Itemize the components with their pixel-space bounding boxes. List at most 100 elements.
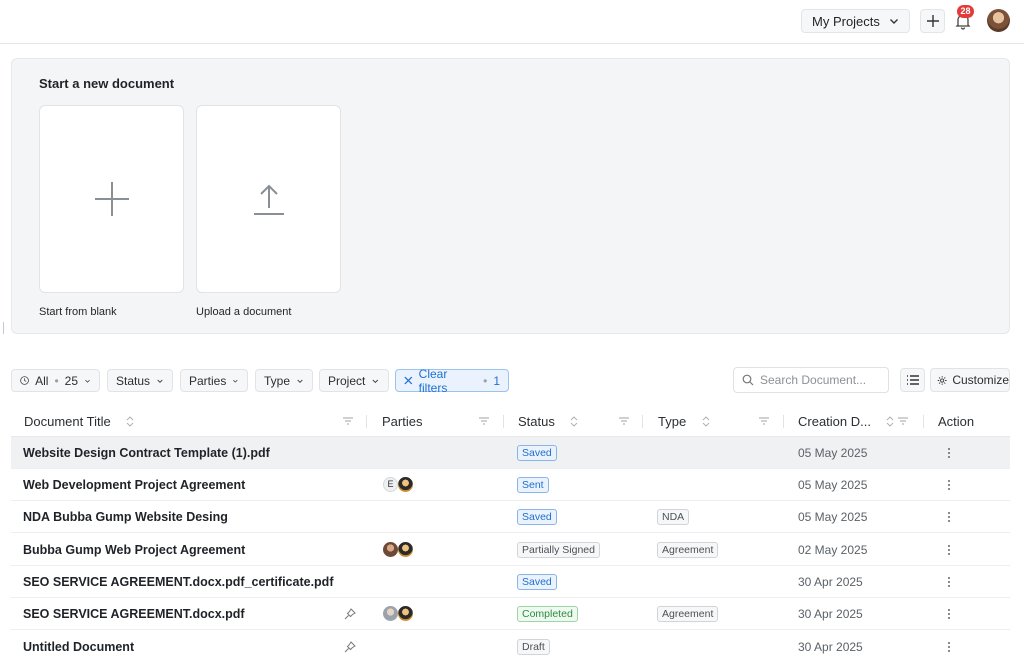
- separator-dot: •: [483, 373, 488, 388]
- clear-filters-button[interactable]: Clear filters • 1: [395, 366, 509, 395]
- column-status[interactable]: Status: [518, 406, 555, 437]
- status-badge: Partially Signed: [517, 542, 600, 558]
- creation-date: 05 May 2025: [798, 446, 868, 460]
- document-title[interactable]: SEO SERVICE AGREEMENT.docx.pdf: [23, 598, 245, 630]
- column-divider: [923, 415, 924, 428]
- status-badge: Sent: [517, 477, 549, 493]
- party-avatar: [383, 542, 398, 557]
- filter-all[interactable]: All • 25: [11, 369, 100, 392]
- filter-icon[interactable]: [758, 415, 770, 427]
- new-document-panel: Start a new document Start from blank Up…: [11, 58, 1010, 334]
- column-action: Action: [938, 414, 975, 429]
- type-badge: NDA: [657, 509, 690, 525]
- separator-dot: •: [54, 373, 59, 388]
- status-badge: Completed: [517, 606, 578, 622]
- start-from-blank-label: Start from blank: [39, 306, 117, 318]
- customize-button[interactable]: Customize: [930, 368, 1010, 392]
- top-bar: My Projects 28: [0, 0, 1024, 44]
- filter-type-label: Type: [264, 373, 291, 388]
- column-document-title[interactable]: Document Title: [24, 406, 111, 437]
- party-avatar: [398, 542, 413, 557]
- sort-icon[interactable]: [569, 415, 579, 428]
- party-avatar: [398, 606, 413, 621]
- filter-parties[interactable]: Parties: [180, 369, 248, 392]
- filter-project[interactable]: Project: [319, 369, 389, 392]
- document-title[interactable]: Website Design Contract Template (1).pdf: [23, 437, 270, 469]
- chevron-down-icon: [233, 379, 238, 383]
- more-options-icon[interactable]: [947, 510, 951, 524]
- more-options-icon[interactable]: [947, 575, 951, 589]
- list-icon: [906, 375, 919, 385]
- filter-all-label: All: [35, 373, 49, 388]
- filter-icon[interactable]: [342, 415, 354, 427]
- creation-date: 05 May 2025: [798, 510, 868, 524]
- type-badge: Agreement: [657, 542, 719, 558]
- filter-all-count: 25: [64, 373, 78, 388]
- search-box: [733, 367, 889, 393]
- filter-status[interactable]: Status: [107, 369, 173, 392]
- filter-type[interactable]: Type: [255, 369, 313, 392]
- filter-status-label: Status: [116, 373, 151, 388]
- search-input[interactable]: [760, 373, 878, 387]
- more-options-icon[interactable]: [947, 478, 951, 492]
- gear-icon: [937, 375, 947, 385]
- sort-icon[interactable]: [885, 415, 895, 428]
- filter-icon[interactable]: [618, 415, 630, 427]
- chevron-down-icon: [157, 379, 163, 383]
- table-row[interactable]: Untitled Document Draft 30 Apr 2025: [11, 631, 1010, 661]
- table-row[interactable]: SEO SERVICE AGREEMENT.docx.pdf Completed…: [11, 598, 1010, 630]
- plus-icon: [926, 15, 939, 27]
- table-row[interactable]: SEO SERVICE AGREEMENT.docx.pdf_certifica…: [11, 566, 1010, 598]
- column-parties[interactable]: Parties: [382, 406, 422, 437]
- party-avatar: [383, 606, 398, 621]
- list-view-button[interactable]: [900, 368, 925, 392]
- chevron-down-icon: [372, 379, 379, 383]
- plus-icon: [94, 182, 129, 216]
- more-options-icon[interactable]: [947, 543, 951, 557]
- status-badge: Saved: [517, 509, 557, 525]
- pin-icon[interactable]: [344, 608, 356, 620]
- project-select-label: My Projects: [812, 13, 880, 29]
- column-divider: [503, 415, 504, 428]
- party-avatar: [398, 477, 413, 492]
- project-select[interactable]: My Projects: [801, 9, 910, 33]
- clock-icon: [20, 376, 29, 385]
- filter-parties-label: Parties: [189, 373, 227, 388]
- customize-label: Customize: [952, 373, 1009, 387]
- column-type[interactable]: Type: [658, 406, 686, 437]
- filter-icon[interactable]: [478, 415, 490, 427]
- creation-date: 30 Apr 2025: [798, 607, 863, 621]
- document-title[interactable]: Web Development Project Agreement: [23, 469, 245, 501]
- search-icon: [742, 374, 754, 386]
- upload-document-card[interactable]: [196, 105, 341, 293]
- more-options-icon[interactable]: [947, 446, 951, 460]
- creation-date: 02 May 2025: [798, 543, 868, 557]
- sort-icon[interactable]: [125, 415, 135, 428]
- column-divider: [783, 415, 784, 428]
- column-divider: [642, 415, 643, 428]
- table-row[interactable]: Website Design Contract Template (1).pdf…: [11, 437, 1010, 469]
- document-title[interactable]: SEO SERVICE AGREEMENT.docx.pdf_certifica…: [23, 566, 333, 598]
- document-title[interactable]: Untitled Document: [23, 631, 134, 661]
- notification-badge: 28: [957, 5, 974, 18]
- user-avatar[interactable]: [987, 9, 1010, 32]
- table-row[interactable]: Bubba Gump Web Project Agreement Partial…: [11, 534, 1010, 566]
- document-title[interactable]: Bubba Gump Web Project Agreement: [23, 534, 245, 566]
- column-creation-date[interactable]: Creation D...: [798, 406, 871, 437]
- pin-icon[interactable]: [344, 641, 356, 653]
- status-badge: Draft: [517, 639, 550, 655]
- filter-icon[interactable]: [897, 415, 909, 427]
- status-badge: Saved: [517, 445, 557, 461]
- document-title[interactable]: NDA Bubba Gump Website Desing: [23, 501, 228, 533]
- creation-date: 30 Apr 2025: [798, 640, 863, 654]
- type-badge: Agreement: [657, 606, 719, 622]
- table-row[interactable]: Web Development Project Agreement E Sent…: [11, 469, 1010, 501]
- clear-filters-label: Clear filters: [418, 366, 448, 395]
- more-options-icon[interactable]: [947, 607, 951, 621]
- sort-icon[interactable]: [701, 415, 711, 428]
- more-options-icon[interactable]: [947, 640, 951, 654]
- chevron-down-icon: [297, 379, 303, 383]
- table-row[interactable]: NDA Bubba Gump Website Desing Saved NDA …: [11, 501, 1010, 533]
- start-from-blank-card[interactable]: [39, 105, 184, 293]
- add-button[interactable]: [920, 9, 945, 33]
